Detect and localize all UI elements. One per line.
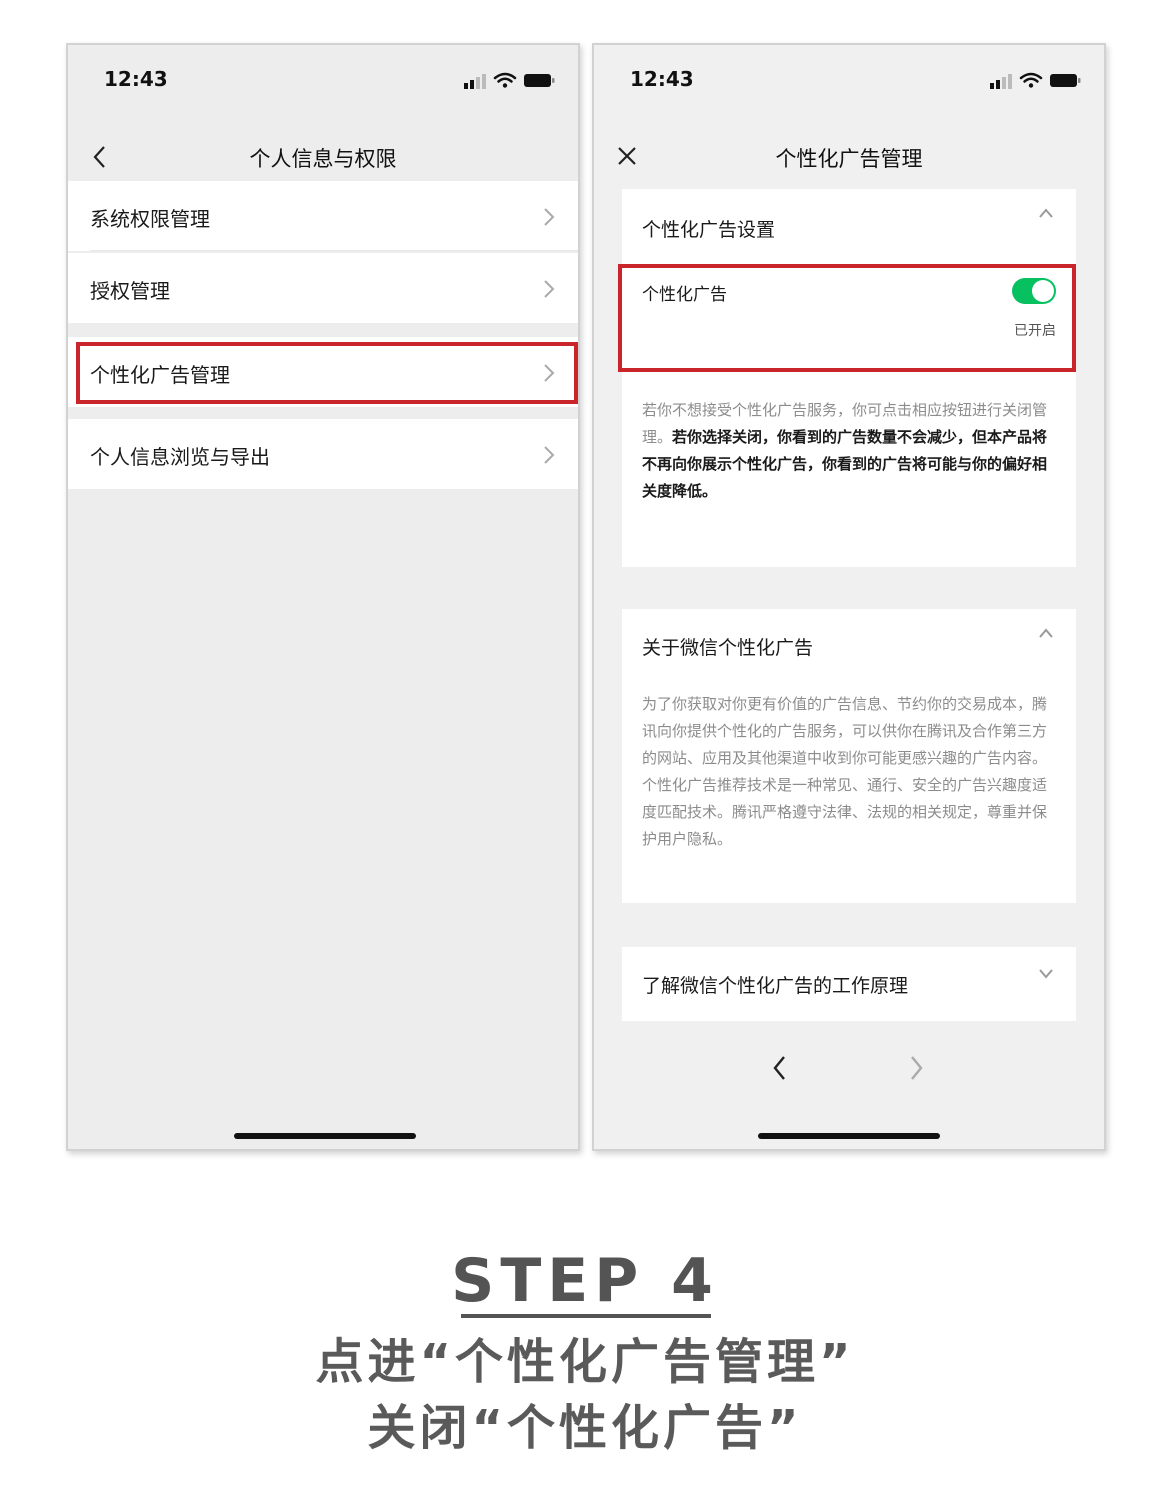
home-indicator[interactable] [758,1133,940,1139]
status-bar: 12:43 [68,45,578,113]
signal-icon [464,83,468,89]
about-ads-card: 关于微信个性化广告 为了你获取对你更有价值的广告信息、节约你的交易成本，腾讯向你… [622,609,1076,903]
nav-bar: 个性化广告管理 [594,133,1104,183]
status-icons [990,72,1081,89]
status-bar: 12:43 [594,45,1104,113]
personalized-ad-toggle-row: 个性化广告 已开启 [618,264,1076,372]
chevron-up-icon[interactable] [1038,627,1054,639]
card-title: 个性化广告设置 [642,219,776,241]
divider [90,250,578,251]
ad-principle-card[interactable]: 了解微信个性化广告的工作原理 [622,947,1076,1021]
step-instruction-line1: 点进“个性化广告管理” [315,1334,855,1390]
forward-arrow-icon[interactable] [906,1053,926,1083]
battery-icon [1050,74,1081,87]
list-item-personal-info-export[interactable]: 个人信息浏览与导出 [68,419,578,489]
toggle-label: 个性化广告 [642,285,727,305]
battery-icon [524,74,555,87]
ad-settings-card: 个性化广告设置 [622,189,1076,567]
list-item-authorization[interactable]: 授权管理 [68,253,578,323]
phone-screen-right: 12:43 个性化广告管理 个性化广告设置 个性化广告 已开启 若你不想接受个性… [592,43,1106,1151]
chevron-right-icon [544,446,555,464]
chevron-down-icon[interactable] [1038,967,1054,979]
nav-bar: 个人信息与权限 [68,133,578,183]
chevron-up-icon[interactable] [1038,207,1054,219]
chevron-right-icon [544,208,555,226]
status-time: 12:43 [630,67,694,91]
list-item-label: 系统权限管理 [90,207,210,231]
page-title: 个性化广告管理 [775,147,923,171]
list-item-system-permissions[interactable]: 系统权限管理 [68,181,578,251]
list-item-label: 个人信息浏览与导出 [90,445,270,469]
status-icons [464,72,555,89]
switch-state-text: 已开启 [1014,323,1056,339]
personalized-ad-switch[interactable] [1012,278,1056,304]
bottom-nav [594,1041,1104,1101]
home-indicator[interactable] [234,1133,416,1139]
about-ads-text: 为了你获取对你更有价值的广告信息、节约你的交易成本，腾讯向你提供个性化的广告服务… [642,695,1048,848]
wifi-icon [1019,72,1043,83]
card-title: 了解微信个性化广告的工作原理 [642,975,909,997]
ad-settings-description: 若你不想接受个性化广告服务，你可点击相应按钮进行关闭管理。若你选择关闭，你看到的… [642,397,1050,505]
step-title: STEP 4 [451,1246,719,1316]
step-instruction-line2: 关闭“个性化广告” [367,1400,803,1456]
switch-knob [1032,280,1054,302]
signal-icon [990,83,994,89]
list-item-label: 授权管理 [90,279,170,303]
highlight-box [76,342,578,404]
step-underline [461,1314,711,1318]
back-arrow-icon[interactable] [770,1053,790,1083]
chevron-right-icon [544,280,555,298]
wifi-icon [493,72,517,83]
status-time: 12:43 [104,67,168,91]
phone-screen-left: 12:43 个人信息与权限 系统权限管理 授权管理 个性化广告管理 个人信息浏览… [66,43,580,1151]
card-title: 关于微信个性化广告 [642,637,814,659]
description-bold: 若你选择关闭，你看到的广告数量不会减少，但本产品将不再向你展示个性化广告，你看到… [642,428,1048,500]
page-title: 个人信息与权限 [249,147,397,171]
